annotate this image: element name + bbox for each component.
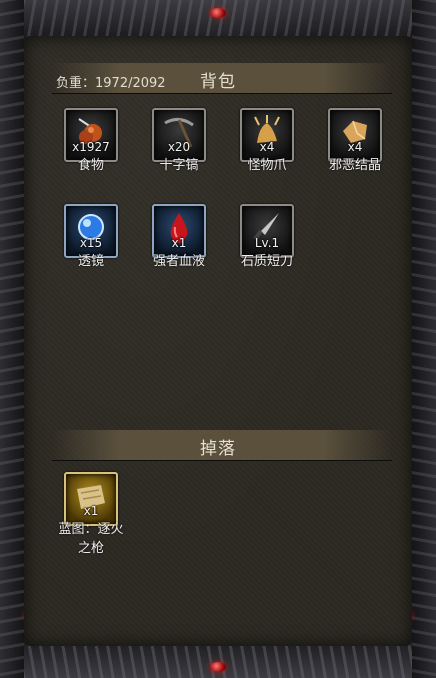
frame-top-ornament bbox=[0, 0, 436, 40]
item-count: x20 bbox=[167, 140, 191, 154]
item-count: x4 bbox=[347, 140, 363, 154]
item-slot-evil-crystal[interactable]: x4 邪恶结晶 bbox=[328, 108, 382, 173]
item-count: x15 bbox=[79, 236, 103, 250]
item-level: Lv.1 bbox=[254, 236, 280, 250]
red-gem-icon bbox=[210, 662, 226, 672]
item-slot-blood[interactable]: x1 强者血液 bbox=[152, 204, 206, 269]
frame-right-ornament bbox=[412, 0, 436, 678]
red-gem-icon bbox=[210, 8, 226, 18]
item-slot-stone-dagger[interactable]: Lv.1 石质短刀 bbox=[240, 204, 294, 269]
item-count: x4 bbox=[259, 140, 275, 154]
item-count: x1 bbox=[83, 504, 99, 518]
item-name: 食物 bbox=[77, 158, 104, 173]
item-name: 透镜 bbox=[77, 254, 104, 269]
item-slot-lens[interactable]: x15 透镜 bbox=[64, 204, 118, 269]
drop-slot-blueprint[interactable]: x1 蓝图：逐火之枪 bbox=[58, 472, 124, 556]
frame-left-ornament bbox=[0, 0, 24, 678]
item-count: x1 bbox=[171, 236, 187, 250]
item-slot-pickaxe[interactable]: x20 十字镐 bbox=[152, 108, 206, 173]
drops-title: 掉落 bbox=[200, 439, 236, 459]
item-name: 蓝图：逐火之枪 bbox=[58, 522, 124, 556]
item-count: x1927 bbox=[72, 140, 110, 154]
item-name: 十字镐 bbox=[159, 158, 199, 173]
backpack-title: 背包 bbox=[200, 72, 236, 92]
item-name: 怪物爪 bbox=[247, 158, 287, 173]
item-name: 邪恶结晶 bbox=[328, 158, 381, 173]
item-name: 强者血液 bbox=[152, 254, 205, 269]
item-slot-food[interactable]: x1927 食物 bbox=[64, 108, 118, 173]
item-name: 石质短刀 bbox=[240, 254, 293, 269]
item-slot-monster-claw[interactable]: x4 怪物爪 bbox=[240, 108, 294, 173]
